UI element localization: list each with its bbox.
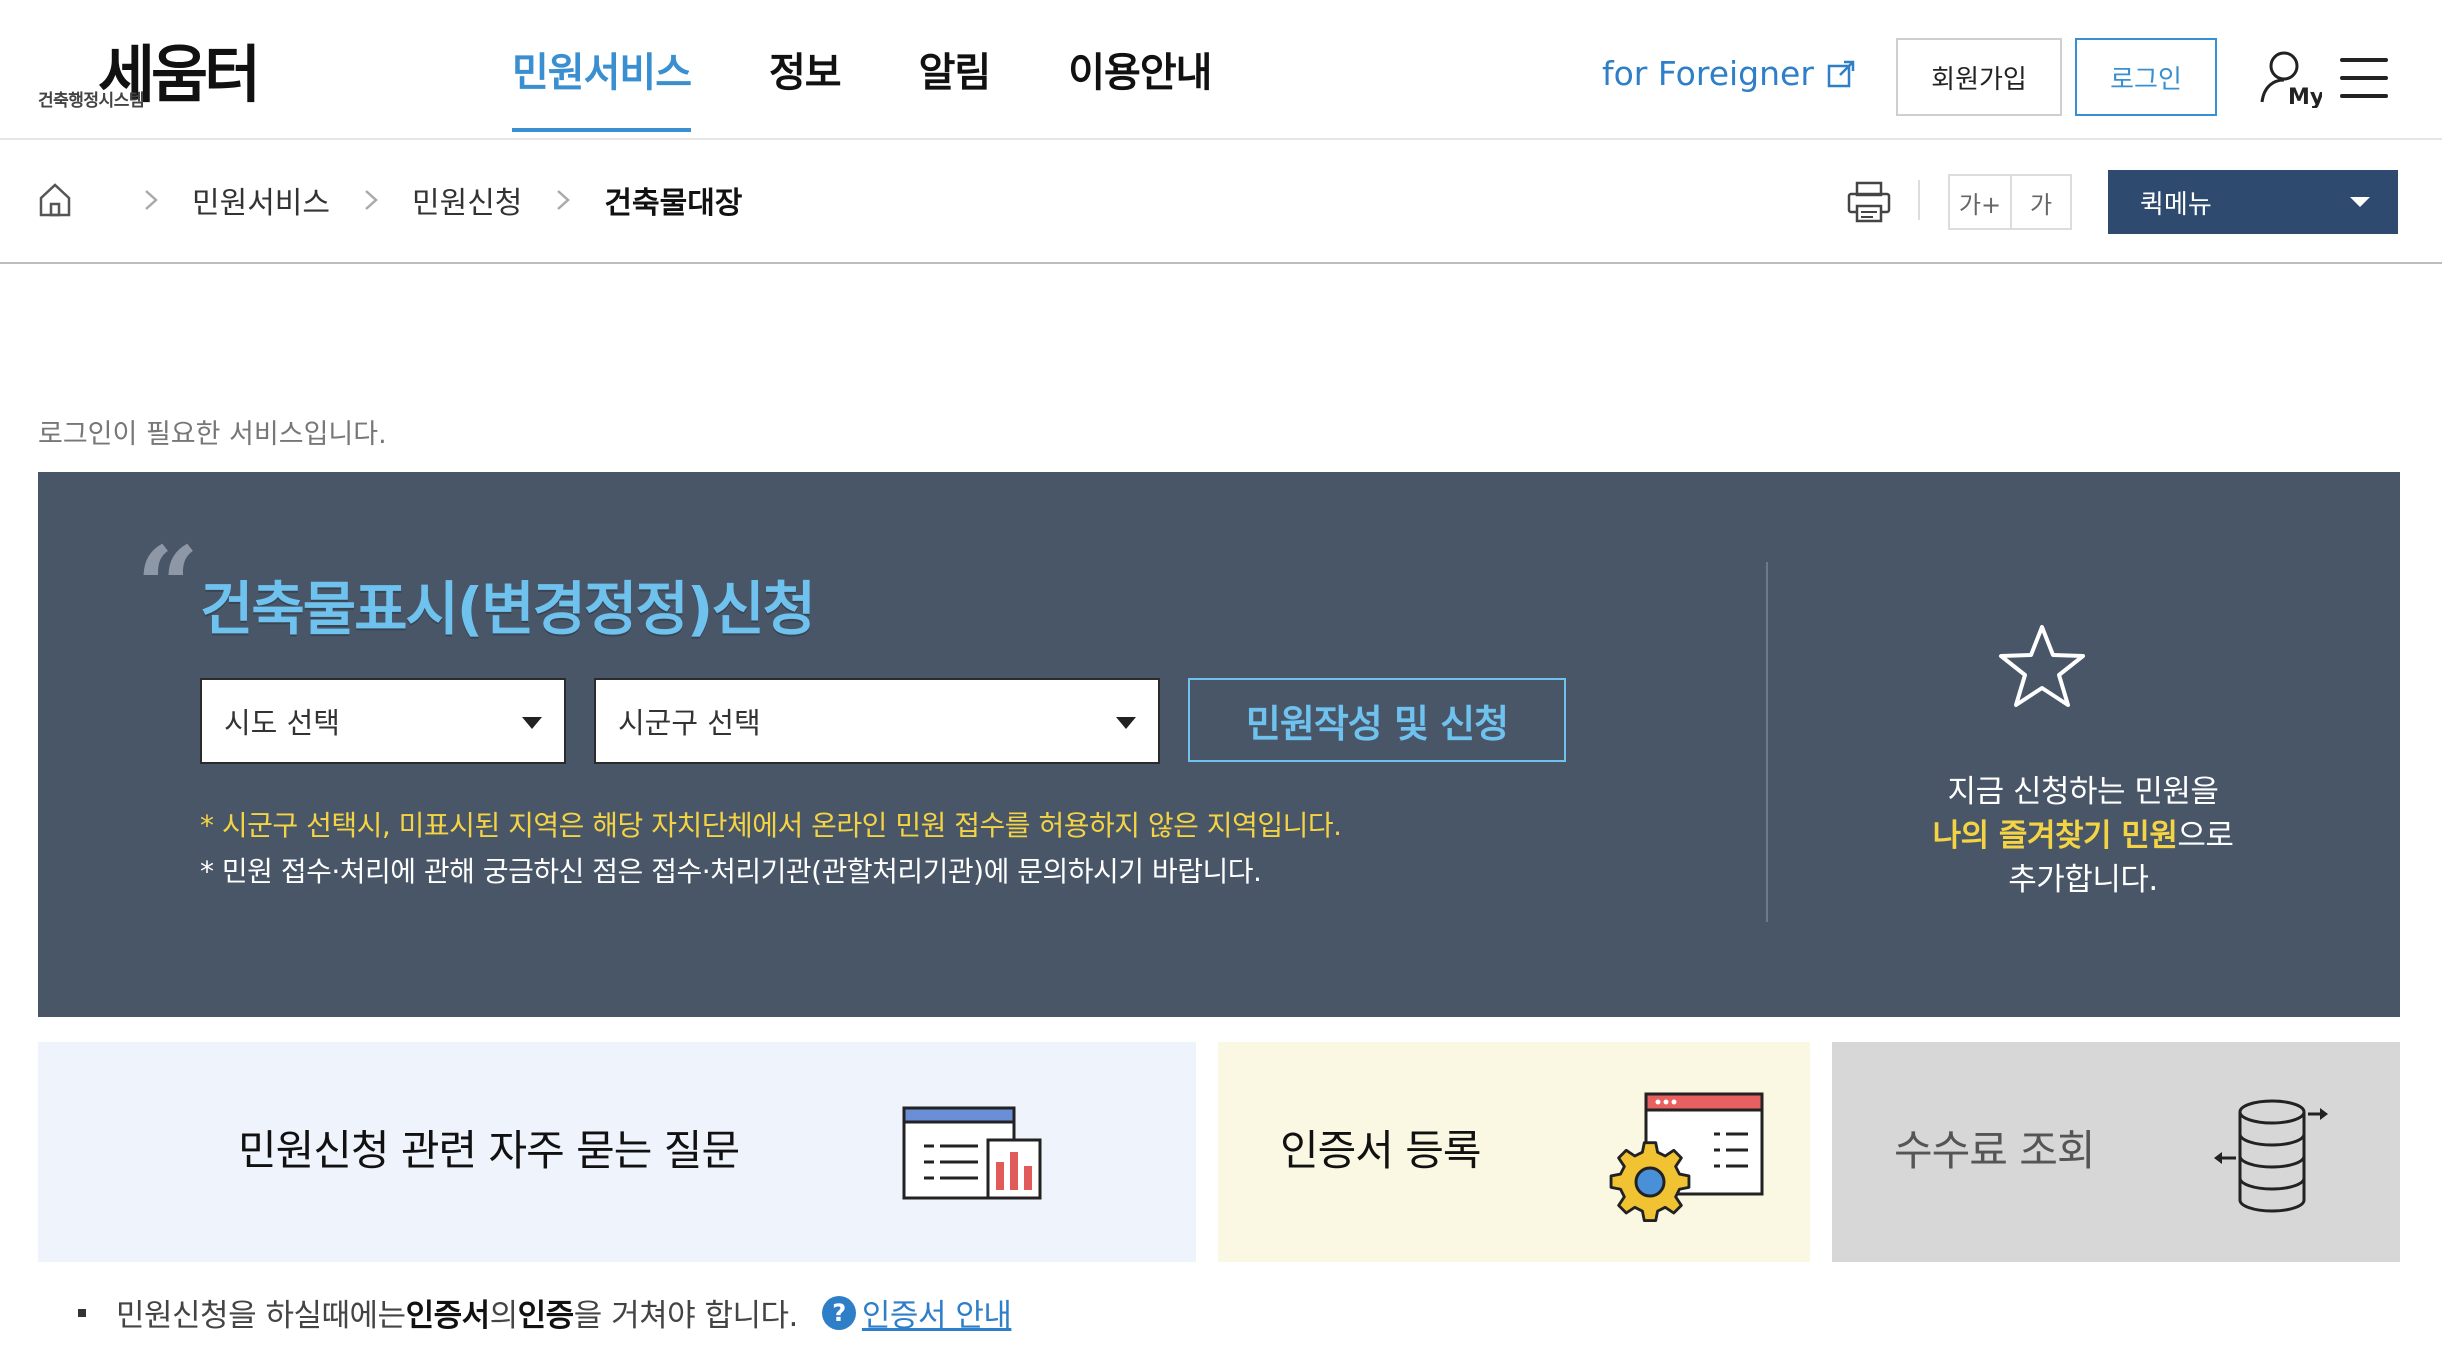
quick-menu-dropdown[interactable]: 퀵메뉴 bbox=[2108, 170, 2398, 234]
font-size-control: 가+ 가 bbox=[1948, 174, 2072, 230]
my-label: My bbox=[2288, 85, 2322, 108]
chevron-right-icon bbox=[365, 190, 378, 210]
external-link-icon bbox=[1827, 60, 1855, 87]
add-favorite-text[interactable]: 지금 신청하는 민원을 나의 즐겨찾기 민원으로 추가합니다. bbox=[1798, 770, 2368, 902]
nav-item-info[interactable]: 정보 bbox=[769, 40, 842, 132]
sigungu-select-value: 시군구 선택 bbox=[618, 706, 761, 740]
region-notice: * 시군구 선택시, 미표시된 지역은 해당 자치단체에서 온라인 민원 접수를… bbox=[200, 809, 1342, 842]
signup-button[interactable]: 회원가입 bbox=[1896, 38, 2062, 116]
help-icon[interactable]: ? bbox=[821, 1295, 856, 1330]
utility-divider bbox=[1918, 180, 1920, 220]
login-required-note: 로그인이 필요한 서비스입니다. bbox=[38, 419, 387, 450]
info-text-before: 민원신청을 하실때에는 bbox=[116, 1298, 406, 1334]
breadcrumb-item-civil-service[interactable]: 민원서비스 bbox=[192, 178, 330, 222]
logo-sub-text: 건축행정시스템 bbox=[38, 91, 144, 111]
chevron-right-icon bbox=[557, 190, 571, 210]
faq-document-icon bbox=[902, 1106, 1042, 1200]
fee-lookup-card[interactable]: 수수료 조회 bbox=[1832, 1042, 2400, 1262]
bullet-icon bbox=[78, 1308, 86, 1317]
breadcrumb-item-application[interactable]: 민원신청 bbox=[412, 178, 522, 222]
fav-line-1: 지금 신청하는 민원을 bbox=[1947, 774, 2219, 810]
certificate-gear-icon bbox=[1609, 1092, 1764, 1223]
info-text-after: 을 거쳐야 합니다. bbox=[573, 1298, 799, 1334]
panel-divider bbox=[1766, 562, 1768, 922]
font-increase-button[interactable]: 가+ bbox=[1950, 176, 2010, 228]
fav-highlight: 나의 즐겨찾기 민원 bbox=[1932, 818, 2178, 854]
chevron-right-icon bbox=[145, 190, 158, 210]
info-bold-auth: 인증 bbox=[517, 1298, 575, 1334]
logo-block-shape bbox=[264, 54, 340, 96]
faq-card-label: 민원신청 관련 자주 묻는 질문 bbox=[238, 1126, 740, 1175]
fav-line-3: 추가합니다. bbox=[2008, 862, 2158, 898]
info-text-mid: 의 bbox=[489, 1298, 519, 1334]
inquiry-notice: * 민원 접수·처리에 관해 궁금하신 점은 접수·처리기관(관할처리기관)에 … bbox=[200, 855, 1262, 888]
hamburger-menu-icon[interactable] bbox=[2340, 58, 2388, 98]
print-icon[interactable] bbox=[1846, 180, 1892, 224]
apply-button[interactable]: 민원작성 및 신청 bbox=[1188, 678, 1566, 762]
certificate-info: 민원신청을 하실때에는 인증서 의 인증 을 거쳐야 합니다. ? 인증서 안내 bbox=[78, 1290, 1012, 1335]
nav-item-notice[interactable]: 알림 bbox=[919, 40, 992, 132]
breadcrumb: 민원서비스 민원신청 건축물대장 bbox=[110, 178, 742, 222]
sigungu-select[interactable]: 시군구 선택 bbox=[594, 678, 1160, 764]
site-logo[interactable]: 세움터 건축행정시스템 bbox=[38, 24, 340, 116]
certificate-register-card[interactable]: 인증서 등록 bbox=[1218, 1042, 1810, 1262]
for-foreigner-link[interactable]: for Foreigner bbox=[1602, 54, 1856, 93]
fav-suffix: 으로 bbox=[2177, 818, 2234, 854]
database-transfer-icon bbox=[2214, 1099, 2328, 1213]
fav-line-2: 나의 즐겨찾기 민원으로 bbox=[1798, 814, 2368, 858]
nav-item-guide[interactable]: 이용안내 bbox=[1068, 40, 1212, 132]
breadcrumb-item-current: 건축물대장 bbox=[604, 186, 743, 221]
site-header: 세움터 건축행정시스템 민원서비스 정보 알림 이용안내 for Foreign… bbox=[0, 0, 2442, 140]
certificate-guide-link[interactable]: 인증서 안내 bbox=[862, 1290, 1012, 1335]
my-page-icon[interactable]: My bbox=[2258, 48, 2322, 108]
sido-select-value: 시도 선택 bbox=[224, 706, 340, 740]
page-title: 건축물표시(변경정정)신청 bbox=[200, 575, 816, 643]
for-foreigner-label: for Foreigner bbox=[1602, 54, 1814, 93]
cert-card-label: 인증서 등록 bbox=[1280, 1126, 1482, 1175]
caret-down-icon bbox=[1116, 717, 1136, 729]
star-icon[interactable] bbox=[1996, 622, 2088, 710]
quote-mark-icon: “ bbox=[136, 522, 200, 651]
breadcrumb-bar: 민원서비스 민원신청 건축물대장 가+ 가 퀵메뉴 bbox=[0, 140, 2442, 264]
main-nav: 민원서비스 정보 알림 이용안내 bbox=[512, 40, 1289, 132]
login-button[interactable]: 로그인 bbox=[2075, 38, 2217, 116]
application-panel: “ 건축물표시(변경정정)신청 시도 선택 시군구 선택 민원작성 및 신청 *… bbox=[38, 472, 2400, 1017]
faq-card[interactable]: 민원신청 관련 자주 묻는 질문 bbox=[38, 1042, 1196, 1262]
nav-item-civil-service[interactable]: 민원서비스 bbox=[512, 40, 692, 132]
caret-down-icon bbox=[2350, 197, 2370, 207]
quick-menu-label: 퀵메뉴 bbox=[2140, 189, 2212, 220]
sido-select[interactable]: 시도 선택 bbox=[200, 678, 566, 764]
caret-down-icon bbox=[522, 717, 542, 729]
home-icon[interactable] bbox=[38, 182, 72, 218]
font-default-button[interactable]: 가 bbox=[2010, 176, 2070, 228]
info-bold-certificate: 인증서 bbox=[405, 1298, 491, 1334]
fee-card-label: 수수료 조회 bbox=[1894, 1126, 2096, 1175]
